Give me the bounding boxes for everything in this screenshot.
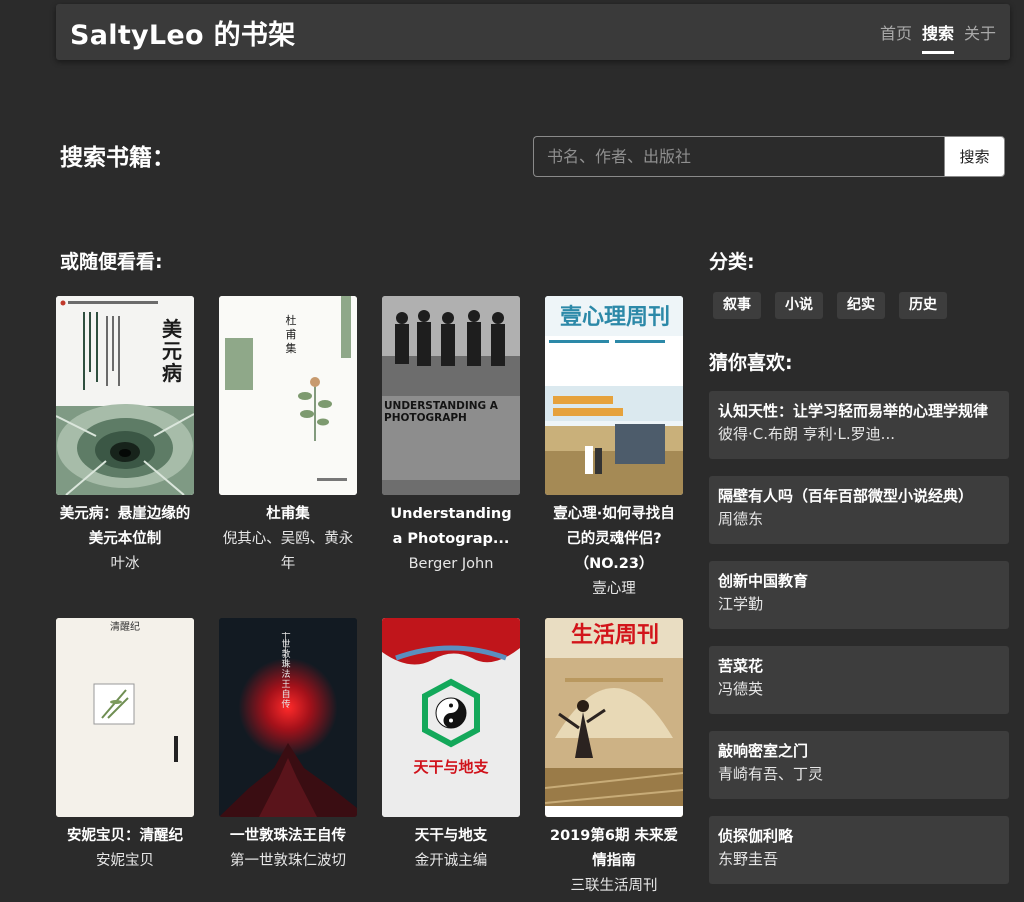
cover-title-text: 一世敦珠法王自传: [281, 630, 291, 710]
search-input[interactable]: [533, 136, 944, 177]
cover-title-text: 天干与地支: [413, 758, 489, 776]
category-tags: 叙事 小说 纪实 历史: [713, 292, 947, 319]
recommend-title[interactable]: 敲响密室之门: [718, 740, 1000, 762]
recommend-item[interactable]: 认知天性：让学习轻而易举的心理学规律 彼得·C.布朗 亨利·L.罗迪...: [709, 391, 1009, 459]
nav-home-link[interactable]: 首页: [880, 16, 912, 48]
cover-art-photograph: [382, 296, 520, 495]
book-cover[interactable]: 生活周刊: [545, 618, 683, 817]
recommend-title[interactable]: 创新中国教育: [718, 570, 1000, 592]
book-title[interactable]: Understanding a Photograp...: [382, 502, 520, 552]
cover-title-text: 清醒纪: [110, 622, 140, 633]
book-author: 倪其心、吴鸥、黄永年: [222, 531, 354, 572]
book-title[interactable]: 2019第6期 未来爱情指南: [545, 824, 683, 874]
book-author: 安妮宝贝: [96, 853, 154, 869]
search-form: 搜索: [533, 136, 1005, 177]
book-title[interactable]: 安妮宝贝：清醒纪: [56, 824, 194, 849]
browse-heading: 或随便看看:: [60, 251, 163, 273]
book-title[interactable]: 美元病：悬崖边缘的美元本位制: [56, 502, 194, 552]
search-heading: 搜索书籍：: [60, 145, 175, 171]
recommend-title[interactable]: 侦探伽利略: [718, 825, 1000, 847]
book-author: 金开诚主编: [414, 853, 488, 869]
book-title[interactable]: 杜甫集: [219, 502, 357, 527]
category-tag-nonfiction[interactable]: 纪实: [837, 292, 885, 319]
recommend-author: 彼得·C.布朗 亨利·L.罗迪...: [718, 425, 895, 443]
book-cover[interactable]: 一世敦珠法王自传: [219, 618, 357, 817]
book-author: 叶冰: [110, 556, 140, 572]
category-tag-narrative[interactable]: 叙事: [713, 292, 761, 319]
recommend-item[interactable]: 侦探伽利略 东野圭吾: [709, 816, 1009, 884]
nav-search-link[interactable]: 搜索: [921, 16, 954, 54]
recommend-author: 冯德英: [718, 680, 764, 698]
cover-title-text: 生活周刊: [570, 622, 659, 648]
book-cover[interactable]: UNDERSTANDING A PHOTOGRAPH: [382, 296, 520, 495]
search-button[interactable]: 搜索: [944, 136, 1005, 177]
recommend-item[interactable]: 创新中国教育 江学勤: [709, 561, 1009, 629]
book-card[interactable]: 清醒纪 安妮宝贝：清醒纪 安妮宝贝: [56, 618, 194, 874]
recommend-title[interactable]: 隔壁有人吗（百年百部微型小说经典）: [718, 485, 1000, 507]
category-tag-fiction[interactable]: 小说: [775, 292, 823, 319]
book-cover[interactable]: 美元病: [56, 296, 194, 495]
book-cover[interactable]: 天干与地支: [382, 618, 520, 817]
cover-title-text: 壹心理周刊: [559, 304, 670, 330]
category-tag-history[interactable]: 历史: [899, 292, 947, 319]
recommend-author: 青崎有吾、丁灵: [718, 765, 824, 783]
book-author: 三联生活周刊: [570, 878, 658, 894]
book-cover[interactable]: 清醒纪: [56, 618, 194, 817]
nav-about-link[interactable]: 关于: [964, 16, 996, 48]
recommend-item[interactable]: 敲响密室之门 青崎有吾、丁灵: [709, 731, 1009, 799]
cover-title-text: 杜甫集: [285, 314, 297, 355]
book-title[interactable]: 壹心理·如何寻找自己的灵魂伴侣?（NO.23）: [545, 502, 683, 577]
recommend-item[interactable]: 隔壁有人吗（百年百部微型小说经典） 周德东: [709, 476, 1009, 544]
book-card[interactable]: 一世敦珠法王自传 一世敦珠法王自传 第一世敦珠仁波切: [219, 618, 357, 874]
cover-title-text: UNDERSTANDING A PHOTOGRAPH: [384, 400, 498, 424]
recommend-author: 江学勤: [718, 595, 764, 613]
book-card[interactable]: 壹心理周刊 壹心理·如何寻找自己的灵魂伴侣?（NO.23） 壹心理: [545, 296, 683, 602]
book-card[interactable]: 美元病 美元病：悬崖边缘的美元本位制 叶冰: [56, 296, 194, 577]
book-author: Berger John: [408, 556, 494, 572]
book-cover[interactable]: 杜甫集: [219, 296, 357, 495]
book-title[interactable]: 一世敦珠法王自传: [219, 824, 357, 849]
recommend-title[interactable]: 认知天性：让学习轻而易举的心理学规律: [718, 400, 1000, 422]
book-title[interactable]: 天干与地支: [382, 824, 520, 849]
recommend-item[interactable]: 苦菜花 冯德英: [709, 646, 1009, 714]
site-brand[interactable]: SaltyLeo 的书架: [70, 13, 296, 52]
book-card[interactable]: UNDERSTANDING A PHOTOGRAPH Understanding…: [382, 296, 520, 577]
cover-art-yinyang: [382, 618, 520, 817]
cover-art-bamboo: [56, 618, 194, 817]
recommend-author: 周德东: [718, 510, 764, 528]
cover-title-text: 美元病: [162, 317, 182, 385]
categories-heading: 分类:: [709, 251, 755, 273]
book-card[interactable]: 生活周刊 2019第6期 未来爱情指南 三联生活周刊: [545, 618, 683, 899]
book-cover[interactable]: 壹心理周刊: [545, 296, 683, 495]
main-nav: 首页 搜索 关于: [880, 4, 996, 60]
recommend-author: 东野圭吾: [718, 850, 779, 868]
book-author: 壹心理: [592, 581, 636, 597]
recommend-title[interactable]: 苦菜花: [718, 655, 1000, 677]
book-card[interactable]: 天干与地支 天干与地支 金开诚主编: [382, 618, 520, 874]
top-navbar: SaltyLeo 的书架 首页 搜索 关于: [56, 4, 1010, 60]
book-card[interactable]: 杜甫集 杜甫集 倪其心、吴鸥、黄永年: [219, 296, 357, 577]
book-author: 第一世敦珠仁波切: [230, 853, 346, 869]
recommend-heading: 猜你喜欢:: [709, 352, 793, 374]
